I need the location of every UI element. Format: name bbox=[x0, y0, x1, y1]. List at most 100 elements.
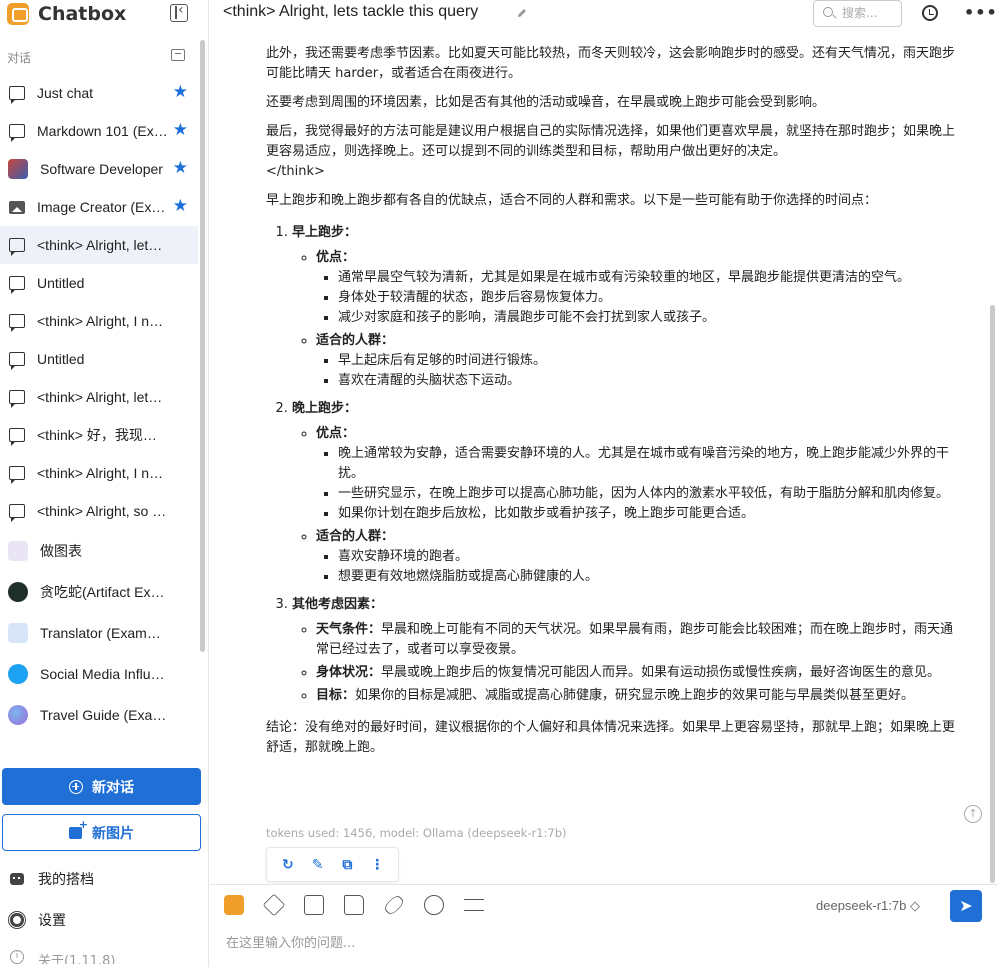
history-icon[interactable] bbox=[922, 5, 938, 21]
list-item: 想要更有效地燃烧脂肪或提高心肺健康的人。 bbox=[338, 567, 962, 587]
sidebar-conversation-item[interactable]: <think> Alright, lets tackle this query bbox=[0, 226, 198, 264]
conversation-label: <think> 好，我现在需要 bbox=[37, 427, 185, 443]
chat-icon bbox=[9, 504, 25, 522]
about-label: 关于(1.11.8) bbox=[38, 954, 116, 964]
factor-text: 如果你的目标是减肥、减脂或提高心肺健康，研究显示晚上跑步的效果可能与早晨类似甚至… bbox=[355, 688, 915, 703]
copy-icon[interactable]: ⧉ bbox=[338, 856, 356, 874]
star-icon[interactable]: ★ bbox=[173, 159, 188, 177]
image-icon[interactable] bbox=[304, 895, 324, 915]
conversation-label: <think> Alright, I need to bbox=[37, 465, 188, 481]
conversation-label: Social Media Influencer (Example) bbox=[40, 665, 198, 682]
fit-group: 适合的人群： 喜欢安静环境的跑者。想要更有效地燃烧脂肪或提高心肺健康的人。 bbox=[316, 527, 962, 587]
conversation-label: <think> Alright, so I need bbox=[37, 503, 192, 519]
section-title: 早上跑步 bbox=[292, 225, 345, 240]
more-vertical-icon[interactable]: ⋮ bbox=[368, 856, 386, 874]
settings-item[interactable]: 设置 bbox=[10, 909, 66, 931]
new-image-label: 新图片 bbox=[92, 825, 134, 842]
sidebar-scrollbar[interactable] bbox=[200, 40, 205, 652]
pros-list: 晚上通常较为安静，适合需要安静环境的人。尤其是在城市或有噪音污染的地方，晚上跑步… bbox=[338, 444, 962, 524]
sidebar-conversation-item[interactable]: Translator (Example) bbox=[0, 612, 198, 653]
sidebar-conversation-item[interactable]: Markdown 101 (Example) ★ bbox=[0, 112, 198, 150]
input-area: deepseek-r1:7b ◇ ➤ bbox=[210, 884, 998, 967]
conversation-label: Travel Guide (Example) bbox=[40, 706, 188, 723]
factor-label: 身体状况 bbox=[316, 665, 369, 680]
message-paragraph: 此外，我还需要考虑季节因素。比如夏天可能比较热，而冬天则较冷，这会影响跑步时的感… bbox=[266, 46, 956, 81]
sidebar-conversation-item[interactable]: Image Creator (Example) ★ bbox=[0, 188, 198, 226]
pros-group: 优点： 通常早晨空气较为清新，尤其是如果是在城市或有污染较重的地区，早晨跑步能提… bbox=[316, 248, 962, 328]
globe-icon[interactable] bbox=[424, 895, 444, 915]
factor-text: 早晨或晚上跑步后的恢复情况可能因人而异。如果有运动损伤或慢性疾病，最好咨询医生的… bbox=[381, 665, 941, 680]
factor-item: 目标：如果你的目标是减肥、减脂或提高心肺健康，研究显示晚上跑步的效果可能与早晨类… bbox=[316, 686, 962, 706]
sidebar-conversation-item[interactable]: Untitled bbox=[0, 264, 198, 302]
new-chat-button[interactable]: 新对话 bbox=[2, 768, 201, 805]
sidebar-conversation-item[interactable]: <think> Alright, so I need bbox=[0, 492, 198, 530]
image-add-icon bbox=[69, 818, 88, 839]
eraser-icon[interactable] bbox=[262, 893, 286, 917]
plus-circle-icon bbox=[69, 779, 83, 794]
star-icon[interactable]: ★ bbox=[173, 121, 188, 139]
message-meta: tokens used: 1456, model: Ollama (deepse… bbox=[266, 826, 567, 840]
star-icon[interactable]: ★ bbox=[173, 83, 188, 101]
header: <think> Alright, lets tackle this query … bbox=[210, 0, 998, 28]
chat-icon bbox=[9, 124, 25, 142]
chatbox-logo-icon[interactable] bbox=[224, 895, 244, 915]
my-partners-item[interactable]: 我的搭档 bbox=[10, 868, 94, 890]
edit-icon[interactable]: ✎ bbox=[309, 856, 327, 874]
sidebar-conversation-item[interactable]: Travel Guide (Example) bbox=[0, 694, 198, 735]
robot-icon bbox=[10, 873, 24, 885]
factor-label: 天气条件 bbox=[316, 622, 369, 637]
fit-label: 适合的人群 bbox=[316, 529, 382, 544]
collapse-sidebar-icon[interactable] bbox=[170, 2, 188, 22]
chat-icon bbox=[9, 238, 25, 256]
conversation-label: 做图表 bbox=[40, 542, 82, 559]
send-button[interactable]: ➤ bbox=[950, 890, 982, 922]
sidebar-conversation-item[interactable]: 贪吃蛇(Artifact Example) bbox=[0, 571, 198, 612]
app-name: Chatbox bbox=[38, 3, 127, 25]
scroll-to-top-icon[interactable]: ↑ bbox=[964, 805, 982, 823]
chatbox-logo-icon bbox=[7, 3, 29, 25]
gear-icon bbox=[10, 913, 24, 927]
link-icon[interactable] bbox=[382, 893, 406, 917]
sidebar-conversation-item[interactable]: <think> 好，我现在需要 bbox=[0, 416, 198, 454]
sidebar-conversation-item[interactable]: Software Developer ★ bbox=[0, 150, 198, 188]
message-paragraph: 还要考虑到周围的环境因素，比如是否有其他的活动或噪音，在早晨或晚上跑步可能会受到… bbox=[266, 95, 826, 110]
archive-icon[interactable] bbox=[171, 49, 185, 61]
folder-icon[interactable] bbox=[344, 895, 364, 915]
chat-icon bbox=[9, 314, 25, 332]
list-item: 喜欢安静环境的跑者。 bbox=[338, 547, 962, 567]
sidebar-conversation-item[interactable]: <think> Alright, I need to bbox=[0, 454, 198, 492]
list-item: 一些研究显示，在晚上跑步可以提高心肺功能，因为人体内的激素水平较低，有助于脂肪分… bbox=[338, 484, 962, 504]
model-selector[interactable]: deepseek-r1:7b ◇ bbox=[816, 898, 920, 914]
morning-section: 早上跑步： 优点： 通常早晨空气较为清新，尤其是如果是在城市或有污染较重的地区，… bbox=[292, 223, 962, 391]
other-factors-list: 天气条件：早晨和晚上可能有不同的天气状况。如果早晨有雨，跑步可能会比较困难；而在… bbox=[316, 620, 962, 706]
about-item[interactable]: i 关于(1.11.8) bbox=[10, 950, 116, 964]
more-options-icon[interactable]: ••• bbox=[964, 3, 998, 22]
sidebar: Chatbox 对话 Just chat★Markdown 101 (Examp… bbox=[0, 0, 209, 967]
conversation-title[interactable]: <think> Alright, lets tackle this query bbox=[223, 3, 478, 21]
chart-avatar bbox=[8, 540, 28, 561]
sidebar-conversation-item[interactable]: <think> Alright, lets figure bbox=[0, 378, 198, 416]
sidebar-conversation-item[interactable]: Just chat ★ bbox=[0, 74, 198, 112]
assistant-message: 此外，我还需要考虑季节因素。比如夏天可能比较热，而冬天则较冷，这会影响跑步时的感… bbox=[266, 44, 962, 767]
sidebar-conversation-item[interactable]: Social Media Influencer (Example) bbox=[0, 653, 198, 694]
search-input[interactable]: 搜索... bbox=[813, 0, 902, 27]
message-input[interactable] bbox=[226, 931, 926, 955]
edit-title-icon[interactable] bbox=[516, 7, 528, 19]
travel-avatar bbox=[8, 704, 28, 725]
developer-avatar bbox=[8, 159, 28, 179]
fit-list: 喜欢安静环境的跑者。想要更有效地燃烧脂肪或提高心肺健康的人。 bbox=[338, 547, 962, 587]
other-section: 其他考虑因素： 天气条件：早晨和晚上可能有不同的天气状况。如果早晨有雨，跑步可能… bbox=[292, 595, 962, 706]
star-icon[interactable]: ★ bbox=[173, 197, 188, 215]
factor-item: 身体状况：早晨或晚上跑步后的恢复情况可能因人而异。如果有运动损伤或慢性疾病，最好… bbox=[316, 663, 962, 683]
conversation-label: <think> Alright, I need to bbox=[37, 313, 188, 329]
regenerate-icon[interactable]: ↻ bbox=[279, 856, 297, 874]
list-item: 身体处于较清醒的状态，跑步后容易恢复体力。 bbox=[338, 288, 962, 308]
settings-sliders-icon[interactable] bbox=[464, 899, 484, 911]
search-icon bbox=[823, 7, 833, 17]
sidebar-conversation-item[interactable]: <think> Alright, I need to bbox=[0, 302, 198, 340]
sidebar-conversation-item[interactable]: Untitled bbox=[0, 340, 198, 378]
sidebar-conversation-item[interactable]: 做图表 bbox=[0, 530, 198, 571]
main-scrollbar[interactable] bbox=[990, 305, 995, 883]
message-paragraph: 最后，我觉得最好的方法可能是建议用户根据自己的实际情况选择，如果他们更喜欢早晨，… bbox=[266, 124, 956, 159]
new-image-button[interactable]: 新图片 bbox=[2, 814, 201, 851]
